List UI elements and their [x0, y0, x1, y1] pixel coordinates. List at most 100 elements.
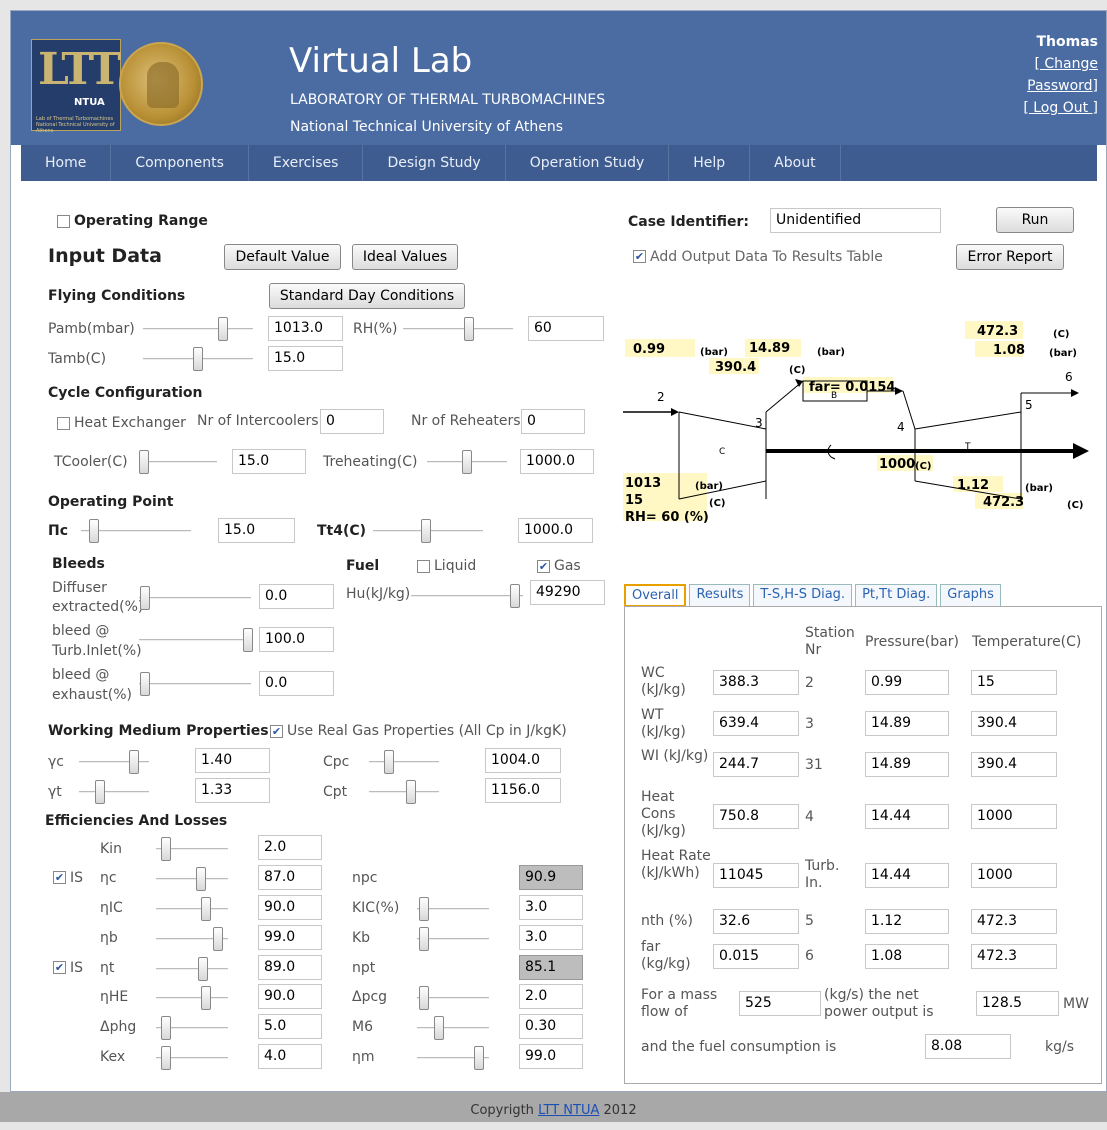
nav-about[interactable]: About [750, 145, 841, 181]
kin-input[interactable]: 2.0 [258, 835, 322, 860]
nc-slider[interactable] [156, 867, 228, 891]
nm-input[interactable]: 99.0 [519, 1044, 583, 1069]
bleed-turb-slider[interactable] [139, 628, 253, 652]
change-password-link[interactable]: [ Change [1034, 56, 1098, 72]
nc-input[interactable]: 87.0 [258, 865, 322, 890]
kin-slider[interactable] [156, 837, 228, 861]
cpt-input[interactable]: 1156.0 [485, 778, 561, 803]
gc-slider[interactable] [79, 750, 149, 774]
tab-graphs[interactable]: Graphs [940, 584, 1001, 607]
tt4-slider[interactable] [373, 519, 483, 543]
diagram-tt4-unit: (C) [915, 461, 931, 472]
nr-reheaters-label: Nr of Reheaters [411, 413, 521, 429]
tamb-slider[interactable] [143, 347, 253, 371]
tt4-input[interactable]: 1000.0 [518, 518, 593, 543]
bleed-exh-input[interactable]: 0.0 [259, 671, 334, 696]
kex-input[interactable]: 4.0 [258, 1044, 322, 1069]
rh-slider[interactable] [403, 317, 513, 341]
nr-reheaters-input[interactable]: 0 [521, 409, 585, 434]
hu-input[interactable]: 49290 [530, 580, 605, 605]
t-station-6: 472.3 [971, 944, 1057, 969]
nb-slider[interactable] [156, 927, 228, 951]
kic-slider[interactable] [417, 897, 489, 921]
nic-input[interactable]: 90.0 [258, 895, 322, 920]
m6-input[interactable]: 0.30 [519, 1014, 583, 1039]
nav-design-study[interactable]: Design Study [363, 145, 506, 181]
site-subtitle-2: National Technical University of Athens [290, 119, 564, 135]
cpc-slider[interactable] [369, 750, 439, 774]
bleeds-title: Bleeds [52, 556, 105, 572]
tamb-input[interactable]: 15.0 [268, 346, 343, 371]
footer-ltt-link[interactable]: LTT NTUA [538, 1103, 599, 1118]
change-password-link-2[interactable]: Password] [1027, 78, 1098, 94]
nav-operation-study[interactable]: Operation Study [506, 145, 670, 181]
pic-slider[interactable] [81, 519, 191, 543]
default-value-button[interactable]: Default Value [224, 244, 341, 270]
fuel-cons-unit: kg/s [1045, 1039, 1075, 1055]
gt-slider[interactable] [79, 780, 149, 804]
tab-overall[interactable]: Overall [624, 584, 687, 607]
heat-exchanger-checkbox[interactable] [57, 417, 70, 430]
diffuser-input[interactable]: 0.0 [259, 584, 334, 609]
kb-slider[interactable] [417, 927, 489, 951]
nic-slider[interactable] [156, 897, 228, 921]
logout-link[interactable]: [ Log Out ] [1023, 100, 1098, 116]
nav-home[interactable]: Home [21, 145, 112, 181]
station-5: 5 [805, 913, 814, 929]
add-output-checkbox[interactable]: ✔ [633, 250, 646, 263]
operating-range-checkbox[interactable] [57, 215, 70, 228]
pamb-slider[interactable] [143, 317, 253, 341]
cpt-slider[interactable] [369, 780, 439, 804]
rh-input[interactable]: 60 [528, 316, 604, 341]
hu-slider[interactable] [411, 584, 523, 608]
nav-exercises[interactable]: Exercises [249, 145, 364, 181]
liquid-checkbox[interactable] [417, 560, 430, 573]
error-report-button[interactable]: Error Report [956, 244, 1064, 270]
gt-input[interactable]: 1.33 [195, 778, 270, 803]
bleed-turb-input[interactable]: 100.0 [259, 627, 334, 652]
m6-slider[interactable] [417, 1016, 489, 1040]
net-power-value: 128.5 [976, 991, 1059, 1016]
nhe-slider[interactable] [156, 986, 228, 1010]
treheating-input[interactable]: 1000.0 [520, 449, 594, 474]
dphg-slider[interactable] [156, 1016, 228, 1040]
nt-input[interactable]: 89.0 [258, 955, 322, 980]
bleed-exh-slider[interactable] [139, 672, 251, 696]
nr-intercoolers-input[interactable]: 0 [320, 409, 384, 434]
standard-day-button[interactable]: Standard Day Conditions [269, 283, 465, 309]
nt-is-checkbox[interactable]: ✔ [53, 961, 66, 974]
diagram-pout-unit: (bar) [1025, 483, 1053, 494]
run-button[interactable]: Run [996, 207, 1074, 233]
nm-slider[interactable] [417, 1046, 489, 1070]
case-identifier-input[interactable]: Unidentified [770, 208, 941, 233]
nav-help[interactable]: Help [669, 145, 751, 181]
cpc-input[interactable]: 1004.0 [485, 748, 561, 773]
nc-is-checkbox[interactable]: ✔ [53, 871, 66, 884]
kb-input[interactable]: 3.0 [519, 925, 583, 950]
diagram-p2: 0.99 [633, 342, 665, 357]
dpcg-slider[interactable] [417, 986, 489, 1010]
nhe-input[interactable]: 90.0 [258, 984, 322, 1009]
nt-slider[interactable] [156, 957, 228, 981]
gc-input[interactable]: 1.40 [195, 748, 270, 773]
tcooler-slider[interactable] [139, 450, 217, 474]
kic-input[interactable]: 3.0 [519, 895, 583, 920]
tab-results[interactable]: Results [689, 584, 751, 607]
dphg-input[interactable]: 5.0 [258, 1014, 322, 1039]
dpcg-input[interactable]: 2.0 [519, 984, 583, 1009]
pic-input[interactable]: 15.0 [218, 518, 295, 543]
ideal-values-button[interactable]: Ideal Values [352, 244, 458, 270]
diagram-s4: 4 [897, 420, 905, 434]
tcooler-input[interactable]: 15.0 [232, 449, 306, 474]
mass-flow-input[interactable]: 525 [739, 991, 821, 1016]
nav-components[interactable]: Components [111, 145, 249, 181]
tab-ts-hs-diag[interactable]: T-S,H-S Diag. [753, 584, 853, 607]
treheating-slider[interactable] [427, 450, 507, 474]
tab-pt-tt-diag[interactable]: Pt,Tt Diag. [855, 584, 938, 607]
gas-checkbox[interactable]: ✔ [537, 560, 550, 573]
real-gas-checkbox[interactable]: ✔ [270, 725, 283, 738]
kex-slider[interactable] [156, 1046, 228, 1070]
nb-input[interactable]: 99.0 [258, 925, 322, 950]
diffuser-slider[interactable] [139, 586, 251, 610]
pamb-input[interactable]: 1013.0 [268, 316, 343, 341]
